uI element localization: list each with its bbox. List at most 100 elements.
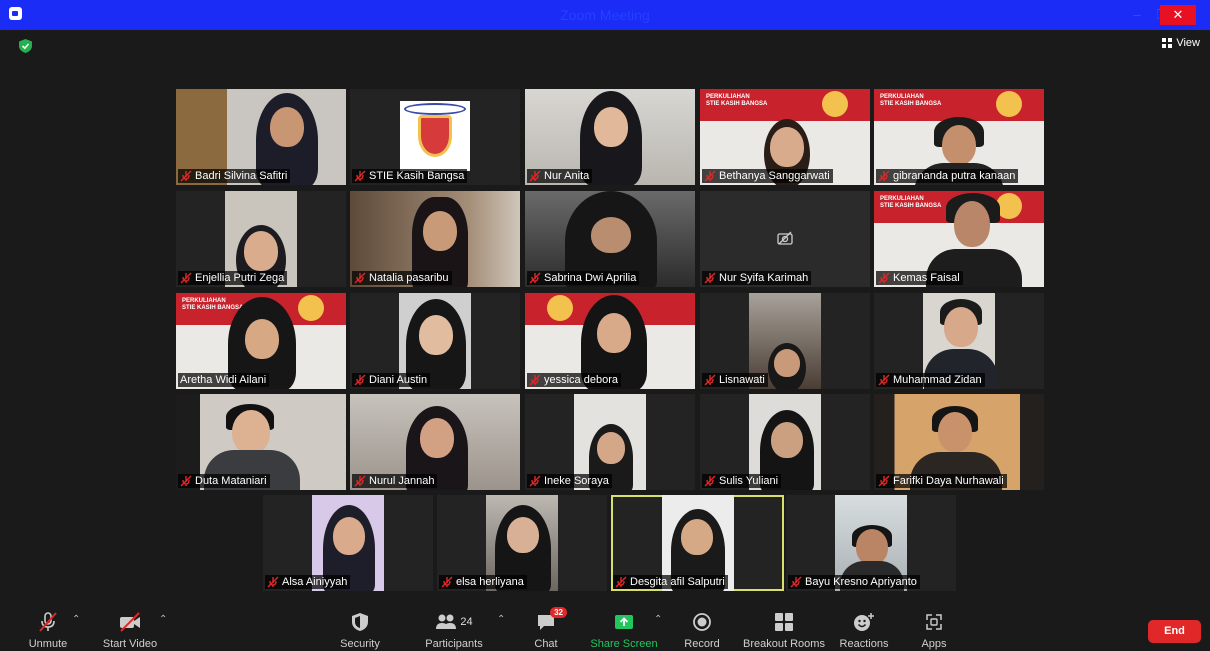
video-tile[interactable]: Diani Austin	[350, 293, 520, 389]
record-icon	[693, 613, 711, 631]
participant-name: Bethanya Sanggarwati	[719, 170, 830, 182]
video-tile[interactable]: Farifki Daya Nurhawali	[874, 394, 1044, 490]
participants-options-chevron-icon[interactable]: ⌃	[497, 614, 505, 625]
participant-nametag: Bayu Kresno Apriyanto	[788, 575, 920, 589]
participant-nametag: Badri Silvina Safitri	[178, 169, 291, 183]
participant-name: Natalia pasaribu	[369, 272, 449, 284]
video-tile[interactable]: Badri Silvina Safitri	[176, 89, 346, 185]
audio-options-chevron-icon[interactable]: ⌃	[72, 614, 80, 625]
video-off-icon	[120, 612, 140, 632]
video-tile[interactable]: elsa herliyana	[437, 495, 607, 591]
minimize-button[interactable]: –	[1127, 6, 1147, 24]
video-tile[interactable]: Lisnawati	[700, 293, 870, 389]
share-screen-icon	[615, 615, 633, 629]
video-tile[interactable]: Sulis Yuliani	[700, 394, 870, 490]
muted-mic-icon	[878, 272, 890, 284]
college-crest-logo	[400, 101, 470, 171]
close-button[interactable]: ✕	[1160, 5, 1196, 25]
muted-mic-icon	[441, 576, 453, 588]
participant-count: 24	[460, 616, 473, 628]
participant-nametag: elsa herliyana	[439, 575, 527, 589]
share-screen-button[interactable]: Share Screen	[590, 605, 658, 651]
participant-nametag: Nur Anita	[527, 169, 593, 183]
video-tile[interactable]: STIE Kasih Bangsa	[350, 89, 520, 185]
video-tile[interactable]: Ineke Soraya	[525, 394, 695, 490]
participants-button[interactable]: 24 Participants	[424, 605, 484, 651]
window-title: Zoom Meeting	[560, 7, 650, 23]
muted-mic-icon	[354, 272, 366, 284]
video-tile[interactable]: Nur Syifa Karimah	[700, 191, 870, 287]
participant-nametag: Nur Syifa Karimah	[702, 271, 812, 285]
breakout-rooms-button[interactable]: Breakout Rooms	[743, 605, 825, 651]
muted-mic-icon	[615, 576, 627, 588]
apps-button[interactable]: Apps	[916, 605, 952, 651]
encryption-shield-icon[interactable]	[19, 39, 32, 53]
muted-mic-icon	[354, 374, 366, 386]
muted-mic-icon	[704, 272, 716, 284]
participant-nametag: Enjellia Putri Zega	[178, 271, 288, 285]
participant-nametag: Sulis Yuliani	[702, 474, 782, 488]
muted-mic-icon	[180, 272, 192, 284]
video-tile[interactable]: Natalia pasaribu	[350, 191, 520, 287]
participant-nametag: Alsa Ainiyyah	[265, 575, 351, 589]
participant-nametag: Bethanya Sanggarwati	[702, 169, 833, 183]
muted-mic-icon	[354, 475, 366, 487]
participant-name: Nur Syifa Karimah	[719, 272, 809, 284]
participant-name: Bayu Kresno Apriyanto	[805, 576, 917, 588]
video-tile[interactable]: Nur Anita	[525, 89, 695, 185]
muted-mic-icon	[354, 170, 366, 182]
video-tile[interactable]: PERKULIAHAN STIE KASIH BANGSA Bethanya S…	[700, 89, 870, 185]
participant-name: elsa herliyana	[456, 576, 524, 588]
security-button[interactable]: Security	[338, 605, 382, 651]
video-tile[interactable]: Bayu Kresno Apriyanto	[786, 495, 956, 591]
muted-mic-icon	[529, 170, 541, 182]
end-meeting-button[interactable]: End	[1148, 620, 1201, 643]
virtual-background-banner: PERKULIAHAN STIE KASIH BANGSA	[700, 89, 870, 121]
video-tile[interactable]: Alsa Ainiyyah	[263, 495, 433, 591]
breakout-rooms-icon	[775, 613, 793, 631]
share-options-chevron-icon[interactable]: ⌃	[654, 614, 662, 625]
participant-nametag: Aretha Widi Ailani	[178, 373, 270, 387]
video-tile[interactable]: Sabrina Dwi Aprilia	[525, 191, 695, 287]
view-label: View	[1176, 37, 1200, 49]
video-tile[interactable]: Enjellia Putri Zega	[176, 191, 346, 287]
meeting-toolbar: Unmute ⌃ Start Video ⌃ Security 24 Parti…	[0, 605, 1210, 651]
muted-mic-icon	[39, 612, 57, 632]
participant-name: Badri Silvina Safitri	[195, 170, 288, 182]
reactions-button[interactable]: Reactions	[838, 605, 890, 651]
participant-nametag: yessica debora	[527, 373, 621, 387]
participant-name: Sabrina Dwi Aprilia	[544, 272, 637, 284]
participant-name: gibrananda putra kanaan	[893, 170, 1016, 182]
video-options-chevron-icon[interactable]: ⌃	[159, 614, 167, 625]
video-tile[interactable]: Nurul Jannah	[350, 394, 520, 490]
video-tile[interactable]: yessica debora	[525, 293, 695, 389]
muted-mic-icon	[878, 374, 890, 386]
participant-name: Aretha Widi Ailani	[180, 374, 267, 386]
participant-nametag: Farifki Daya Nurhawali	[876, 474, 1007, 488]
start-video-button[interactable]: Start Video	[100, 605, 160, 651]
video-tile[interactable]: PERKULIAHAN STIE KASIH BANGSA Aretha Wid…	[176, 293, 346, 389]
participant-name: STIE Kasih Bangsa	[369, 170, 465, 182]
muted-mic-icon	[878, 170, 890, 182]
shield-icon	[352, 613, 368, 631]
chat-button[interactable]: 32 Chat	[528, 605, 567, 651]
participant-name: Ineke Soraya	[544, 475, 609, 487]
participant-name: Sulis Yuliani	[719, 475, 779, 487]
video-tile[interactable]: Muhammad Zidan	[874, 293, 1044, 389]
unmute-button[interactable]: Unmute	[26, 605, 70, 651]
view-button[interactable]: View	[1162, 37, 1200, 49]
video-tile[interactable]: PERKULIAHAN STIE KASIH BANGSA gibrananda…	[874, 89, 1044, 185]
muted-mic-icon	[878, 475, 890, 487]
participant-nametag: Kemas Faisal	[876, 271, 963, 285]
participant-name: Enjellia Putri Zega	[195, 272, 285, 284]
apps-icon	[926, 614, 942, 630]
active-speaker-tile[interactable]: Desgita afil Salputri	[611, 495, 784, 591]
participant-nametag: Ineke Soraya	[527, 474, 612, 488]
video-tile[interactable]: Duta Mataniari	[176, 394, 346, 490]
record-button[interactable]: Record	[682, 605, 722, 651]
video-tile[interactable]: PERKULIAHAN STIE KASIH BANGSA Kemas Fais…	[874, 191, 1044, 287]
participant-nametag: Lisnawati	[702, 373, 768, 387]
muted-mic-icon	[529, 374, 541, 386]
muted-mic-icon	[180, 475, 192, 487]
participant-name: Kemas Faisal	[893, 272, 960, 284]
